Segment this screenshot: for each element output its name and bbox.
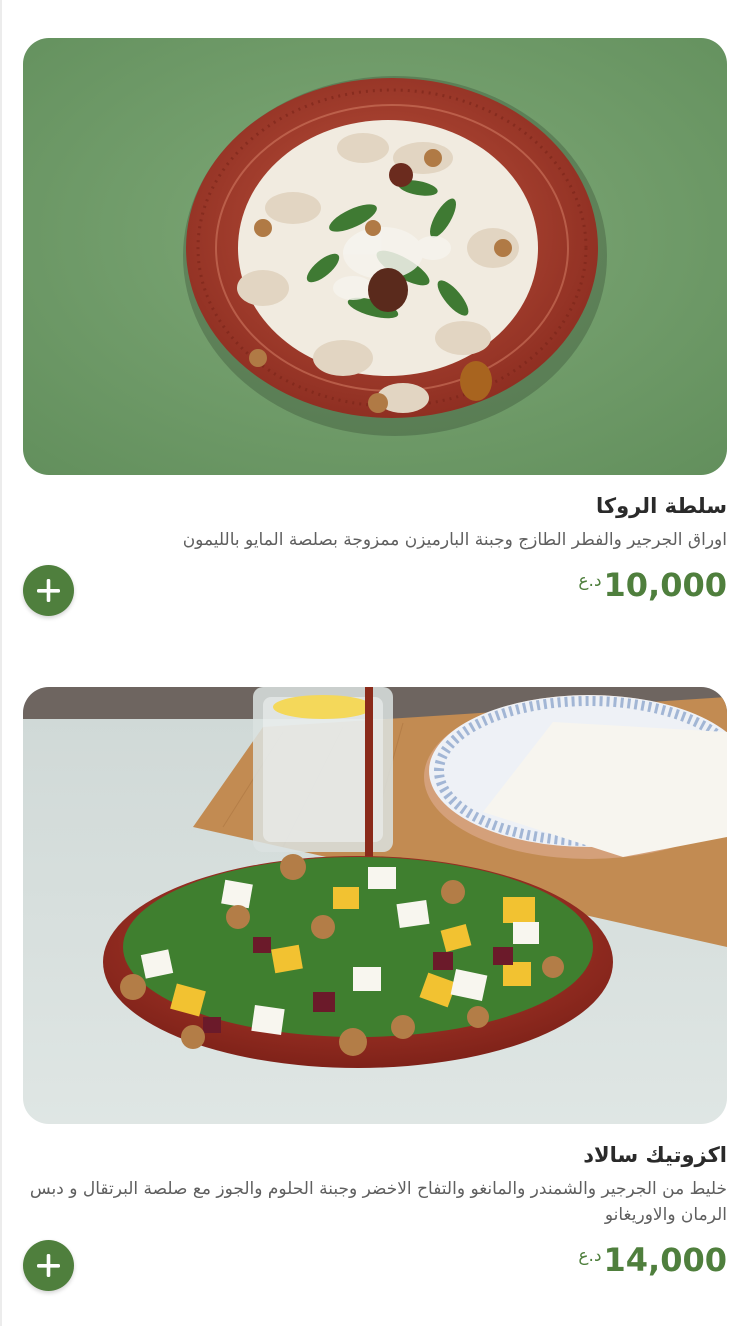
arugula-salad-image [23,38,727,475]
item-description: اوراق الجرجير والفطر الطازج وجبنة البارم… [182,530,727,550]
currency-label: د.ع [578,1246,602,1266]
add-to-cart-button[interactable] [23,565,74,616]
item-price: د.ع 14,000 [578,1240,727,1280]
price-amount: 10,000 [603,566,727,604]
item-footer: د.ع 14,000 [23,1236,727,1296]
currency-label: د.ع [578,571,602,591]
add-to-cart-button[interactable] [23,1240,74,1291]
item-description: خليط من الجرجير والشمندر والمانغو والتفا… [29,1179,727,1225]
item-price: د.ع 10,000 [578,565,727,605]
item-title: اكزوتيك سالاد [583,1143,727,1167]
menu-item-card[interactable]: اكزوتيك سالاد خليط من الجرجير والشمندر و… [23,687,727,1296]
food-photo[interactable] [23,687,727,1124]
plus-icon [37,1254,60,1277]
food-photo[interactable] [23,38,727,475]
exotic-salad-image [23,687,727,1124]
item-footer: د.ع 10,000 [23,561,727,621]
page-edge-divider [0,0,2,1326]
item-title: سلطة الروكا [595,494,727,518]
plus-icon [37,579,60,602]
menu-item-card[interactable]: سلطة الروكا اوراق الجرجير والفطر الطازج … [23,38,727,621]
price-amount: 14,000 [603,1241,727,1279]
